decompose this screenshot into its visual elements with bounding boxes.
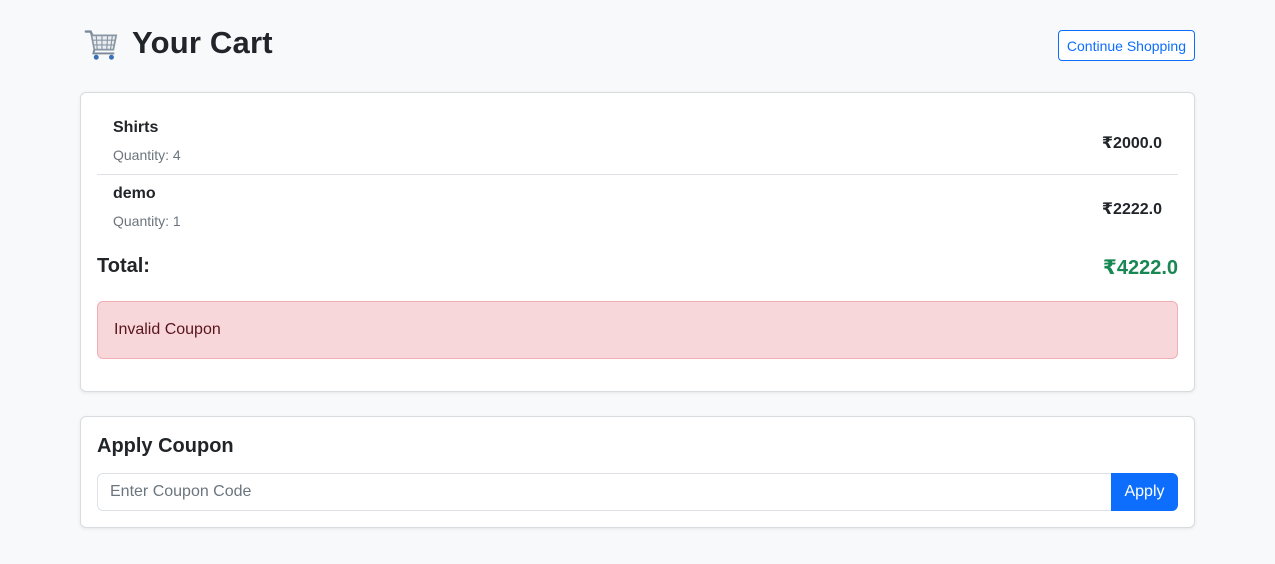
page-title: Your Cart <box>132 25 273 60</box>
item-quantity: Quantity: 4 <box>113 147 181 163</box>
item-name: Shirts <box>113 119 159 136</box>
coupon-title: Apply Coupon <box>97 435 234 457</box>
invalid-coupon-alert: Invalid Coupon <box>97 301 1178 359</box>
coupon-code-input[interactable] <box>97 473 1111 511</box>
cart-item: demo Quantity: 1 ₹2222.0 <box>97 174 1178 239</box>
cart-page: Your Cart Continue Shopping Shirts Quant… <box>80 0 1195 528</box>
item-name: demo <box>113 185 156 202</box>
total-value: ₹4222.0 <box>1102 257 1178 279</box>
title-wrap: Your Cart <box>82 24 273 62</box>
cart-item-list: Shirts Quantity: 4 ₹2000.0 demo Quantity… <box>97 109 1178 239</box>
item-price: ₹2000.0 <box>1101 135 1162 152</box>
page-header: Your Cart Continue Shopping <box>80 0 1195 92</box>
continue-shopping-button[interactable]: Continue Shopping <box>1057 30 1195 61</box>
shopping-cart-icon <box>84 30 118 60</box>
cart-summary-card: Shirts Quantity: 4 ₹2000.0 demo Quantity… <box>80 92 1195 392</box>
apply-coupon-button[interactable]: Apply <box>1111 473 1178 511</box>
item-price: ₹2222.0 <box>1101 201 1162 218</box>
coupon-input-group: Apply <box>97 473 1178 511</box>
cart-item: Shirts Quantity: 4 ₹2000.0 <box>97 109 1178 174</box>
apply-coupon-card: Apply Coupon Apply <box>80 416 1195 528</box>
total-label: Total: <box>97 255 150 277</box>
total-row: Total: ₹4222.0 <box>97 255 1178 285</box>
item-quantity: Quantity: 1 <box>113 213 181 229</box>
